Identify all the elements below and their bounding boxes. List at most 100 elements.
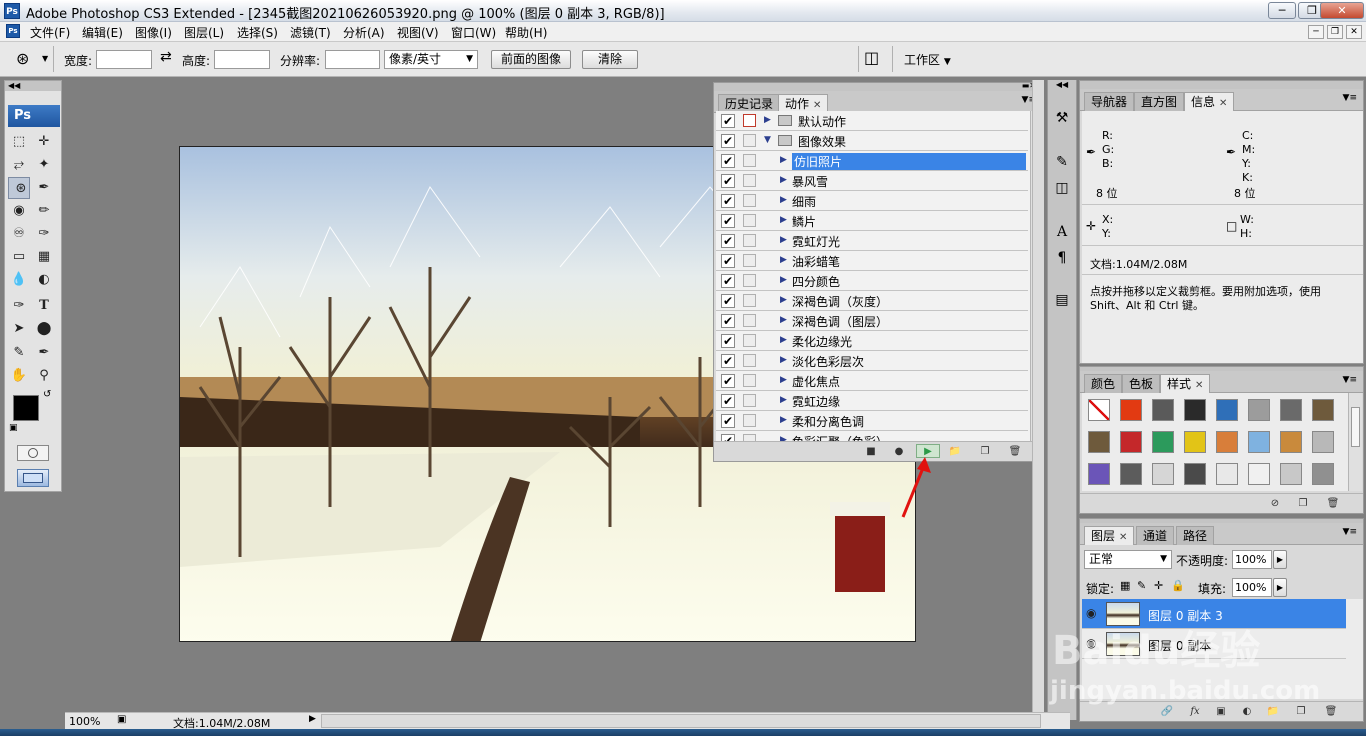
chevron-right-icon[interactable]: ▶: [780, 215, 787, 225]
style-swatch[interactable]: [1152, 399, 1174, 421]
scroll-thumb[interactable]: [1351, 407, 1360, 447]
paragraph-icon[interactable]: ¶: [1050, 246, 1074, 270]
action-row[interactable]: ✔ ▶ 深褐色调（灰度）: [716, 291, 1028, 311]
action-set-row[interactable]: ✔ ▼ 图像效果: [716, 131, 1028, 151]
action-row[interactable]: ✔ ▶ 四分颜色: [716, 271, 1028, 291]
resolution-unit-select[interactable]: 像素/英寸 ▼: [384, 50, 478, 69]
opacity-input[interactable]: 100%: [1232, 550, 1272, 569]
zoom-tool-icon[interactable]: ⚲: [33, 365, 55, 387]
path-selection-tool-icon[interactable]: ➤: [8, 318, 30, 340]
new-action-icon[interactable]: ❐: [978, 445, 992, 459]
eyedropper-slice-tool-icon[interactable]: ✒: [33, 177, 55, 199]
link-layers-icon[interactable]: 🔗: [1160, 705, 1174, 719]
menu-window[interactable]: 窗口(W): [451, 24, 496, 41]
layer-style-icon[interactable]: fx: [1188, 705, 1202, 719]
pen-tool-icon[interactable]: ✑: [8, 295, 30, 317]
style-swatch[interactable]: [1088, 431, 1110, 453]
chevron-right-icon[interactable]: ▶: [780, 335, 787, 345]
action-row[interactable]: ✔ ▶ 淡化色彩层次: [716, 351, 1028, 371]
fill-input[interactable]: 100%: [1232, 578, 1272, 597]
toolbox-grip[interactable]: ◀◀: [5, 81, 61, 91]
chevron-right-icon[interactable]: ▶: [780, 175, 787, 185]
style-swatch[interactable]: [1088, 463, 1110, 485]
chevron-right-icon[interactable]: ▶: [780, 355, 787, 365]
style-swatch[interactable]: [1184, 463, 1206, 485]
lock-transparency-icon[interactable]: ▦: [1120, 579, 1130, 592]
vertical-scrollbar[interactable]: [1032, 80, 1044, 712]
zoom-level[interactable]: 100%: [69, 715, 100, 728]
chevron-right-icon[interactable]: ▶: [780, 275, 787, 285]
menu-view[interactable]: 视图(V): [397, 24, 439, 41]
character-icon[interactable]: A: [1050, 220, 1074, 244]
style-swatch[interactable]: [1088, 399, 1110, 421]
notes-tool-icon[interactable]: ✎: [8, 342, 30, 364]
action-row[interactable]: ✔ ▶ 深褐色调（图层）: [716, 311, 1028, 331]
tab-styles[interactable]: 样式 ✕: [1160, 374, 1211, 393]
clear-style-icon[interactable]: ⊘: [1268, 497, 1282, 511]
app-icon[interactable]: Ps: [4, 3, 20, 19]
close-icon[interactable]: ✕: [813, 100, 821, 111]
menu-analysis[interactable]: 分析(A): [343, 24, 385, 41]
style-swatch[interactable]: [1216, 431, 1238, 453]
lasso-tool-icon[interactable]: ⥂: [8, 154, 30, 176]
history-brush-tool-icon[interactable]: ✑: [33, 223, 55, 245]
menu-help[interactable]: 帮助(H): [505, 24, 547, 41]
action-row[interactable]: ✔ ▶ 霓虹灯光: [716, 231, 1028, 251]
panel-menu-icon[interactable]: ▼≡: [1343, 93, 1357, 103]
action-row[interactable]: ✔ ▶ 油彩蜡笔: [716, 251, 1028, 271]
opacity-slider-button[interactable]: ▶: [1273, 550, 1287, 569]
new-layer-icon[interactable]: ❐: [1294, 705, 1308, 719]
resolution-input[interactable]: [325, 50, 380, 69]
checkmark-icon[interactable]: ✔: [721, 154, 735, 168]
doc-restore-button[interactable]: ❐: [1327, 25, 1343, 39]
adjustment-layer-icon[interactable]: ◐: [1240, 705, 1254, 719]
checkmark-icon[interactable]: ✔: [721, 434, 735, 441]
style-swatch[interactable]: [1248, 399, 1270, 421]
height-input[interactable]: [214, 50, 270, 69]
checkmark-icon[interactable]: ✔: [721, 194, 735, 208]
checkmark-icon[interactable]: ✔: [721, 334, 735, 348]
style-swatch[interactable]: [1280, 431, 1302, 453]
menu-filter[interactable]: 滤镜(T): [290, 24, 331, 41]
lock-pixels-icon[interactable]: ✎: [1137, 579, 1146, 592]
brushes-icon[interactable]: ✎: [1050, 150, 1074, 174]
menu-file[interactable]: 文件(F): [30, 24, 70, 41]
swap-icon[interactable]: ⇄: [160, 49, 172, 65]
menu-select[interactable]: 选择(S): [237, 24, 278, 41]
style-swatch[interactable]: [1280, 399, 1302, 421]
action-row[interactable]: ✔ ▶ 鳞片: [716, 211, 1028, 231]
action-row[interactable]: ✔ ▶ 柔和分离色调: [716, 411, 1028, 431]
tab-layers[interactable]: 图层 ✕: [1084, 526, 1135, 545]
status-menu-icon[interactable]: ▶: [309, 714, 316, 724]
trash-icon[interactable]: 🗑: [1326, 497, 1340, 511]
marquee-tool-icon[interactable]: ⬚: [8, 131, 30, 153]
foreground-color-swatch[interactable]: [13, 395, 39, 421]
menu-edit[interactable]: 编辑(E): [82, 24, 123, 41]
tab-color[interactable]: 颜色: [1084, 374, 1123, 393]
dialog-toggle-icon[interactable]: [743, 334, 756, 347]
doc-icon[interactable]: Ps: [6, 24, 20, 38]
dodge-tool-icon[interactable]: ◐: [33, 269, 55, 291]
stop-icon[interactable]: ■: [864, 445, 878, 459]
menu-image[interactable]: 图像(I): [135, 24, 172, 41]
style-swatch[interactable]: [1248, 463, 1270, 485]
dialog-toggle-icon[interactable]: [743, 114, 756, 127]
action-set-row[interactable]: ✔ ▶ 默认动作: [716, 111, 1028, 131]
style-swatch[interactable]: [1184, 431, 1206, 453]
dialog-toggle-icon[interactable]: [743, 154, 756, 167]
dialog-toggle-icon[interactable]: [743, 394, 756, 407]
close-icon[interactable]: ✕: [1119, 532, 1127, 543]
default-colors-icon[interactable]: ▣: [9, 423, 18, 433]
checkmark-icon[interactable]: ✔: [721, 214, 735, 228]
style-swatch[interactable]: [1312, 431, 1334, 453]
checkmark-icon[interactable]: ✔: [721, 414, 735, 428]
doc-close-button[interactable]: ✕: [1346, 25, 1362, 39]
horizontal-scrollbar[interactable]: [321, 714, 1041, 728]
trash-icon[interactable]: 🗑: [1008, 445, 1022, 459]
chevron-right-icon[interactable]: ▶: [780, 395, 787, 405]
chevron-right-icon[interactable]: ▶: [780, 255, 787, 265]
dialog-toggle-icon[interactable]: [743, 374, 756, 387]
action-row[interactable]: ✔ ▶ 仿旧照片: [716, 151, 1028, 171]
new-set-icon[interactable]: 📁: [948, 445, 962, 459]
style-swatch[interactable]: [1216, 463, 1238, 485]
